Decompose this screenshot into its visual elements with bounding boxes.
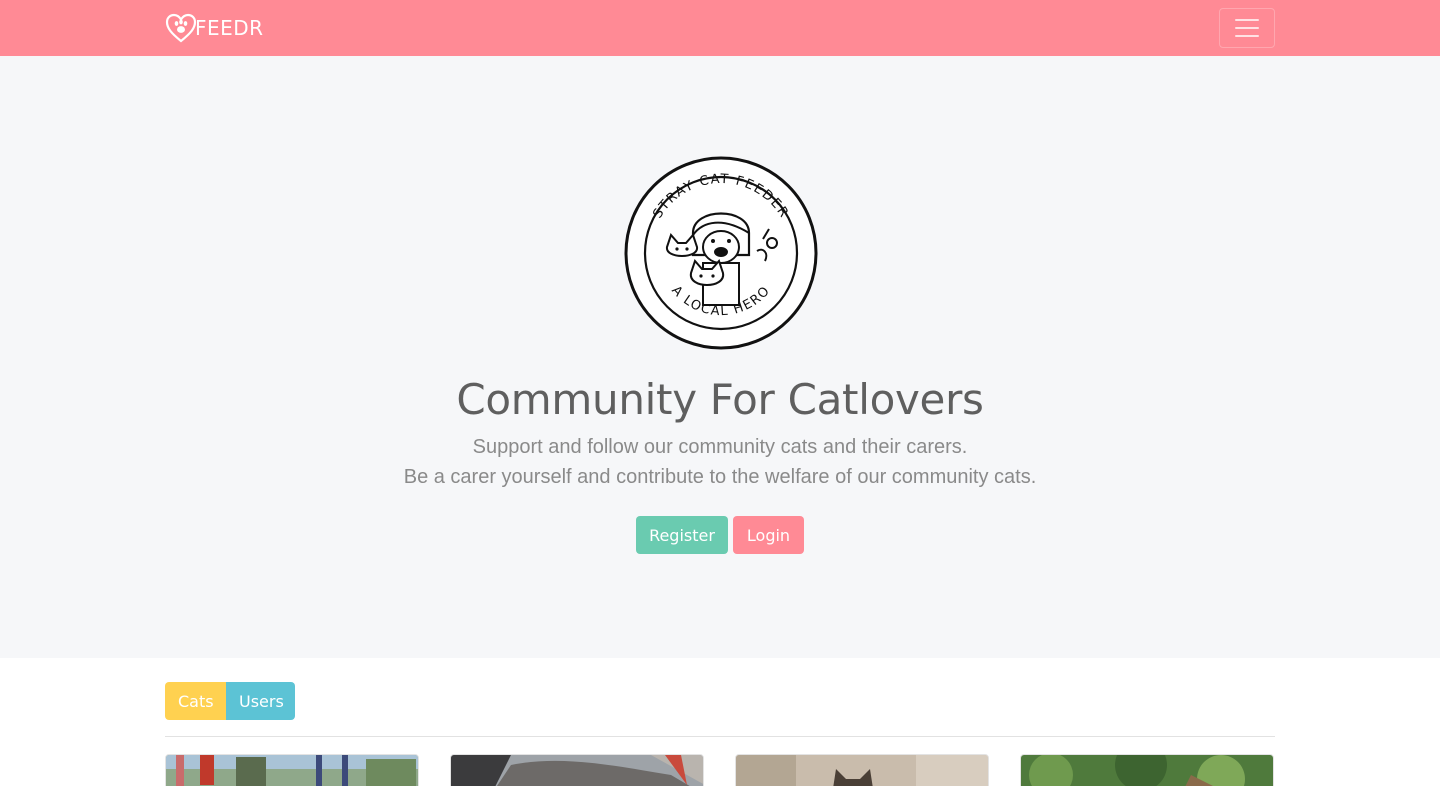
page-title: Community For Catlovers: [456, 375, 984, 424]
tab-cats[interactable]: Cats: [165, 682, 226, 720]
login-button[interactable]: Login: [733, 516, 804, 554]
divider: [165, 736, 1275, 737]
listing-section: Cats Users: [0, 658, 1440, 786]
cat-card[interactable]: [165, 754, 419, 786]
navbar: FEEDR: [0, 0, 1440, 56]
cat-photo: [451, 755, 703, 786]
listing-tabs: Cats Users: [165, 682, 295, 720]
hero-section: STRAY CAT FEEDER A LOCAL HERO Community …: [0, 56, 1440, 658]
tab-users[interactable]: Users: [226, 682, 295, 720]
cat-photo: [166, 755, 418, 786]
hero-tagline-2: Be a carer yourself and contribute to th…: [403, 466, 1037, 488]
hero-tagline-1: Support and follow our community cats an…: [472, 436, 968, 458]
cat-photo: [1021, 755, 1273, 786]
cat-card[interactable]: [1020, 754, 1274, 786]
cat-photo: [736, 755, 988, 786]
menu-toggle-button[interactable]: [1219, 8, 1275, 48]
brand-name: FEEDR: [195, 16, 264, 40]
paw-heart-icon: [165, 13, 197, 43]
cat-card[interactable]: [735, 754, 989, 786]
brand-link[interactable]: FEEDR: [165, 12, 264, 44]
stray-cat-feeder-emblem: STRAY CAT FEEDER A LOCAL HERO: [624, 156, 818, 350]
hamburger-menu-icon: [1235, 19, 1259, 37]
register-button[interactable]: Register: [636, 516, 728, 554]
cat-card[interactable]: [450, 754, 704, 786]
